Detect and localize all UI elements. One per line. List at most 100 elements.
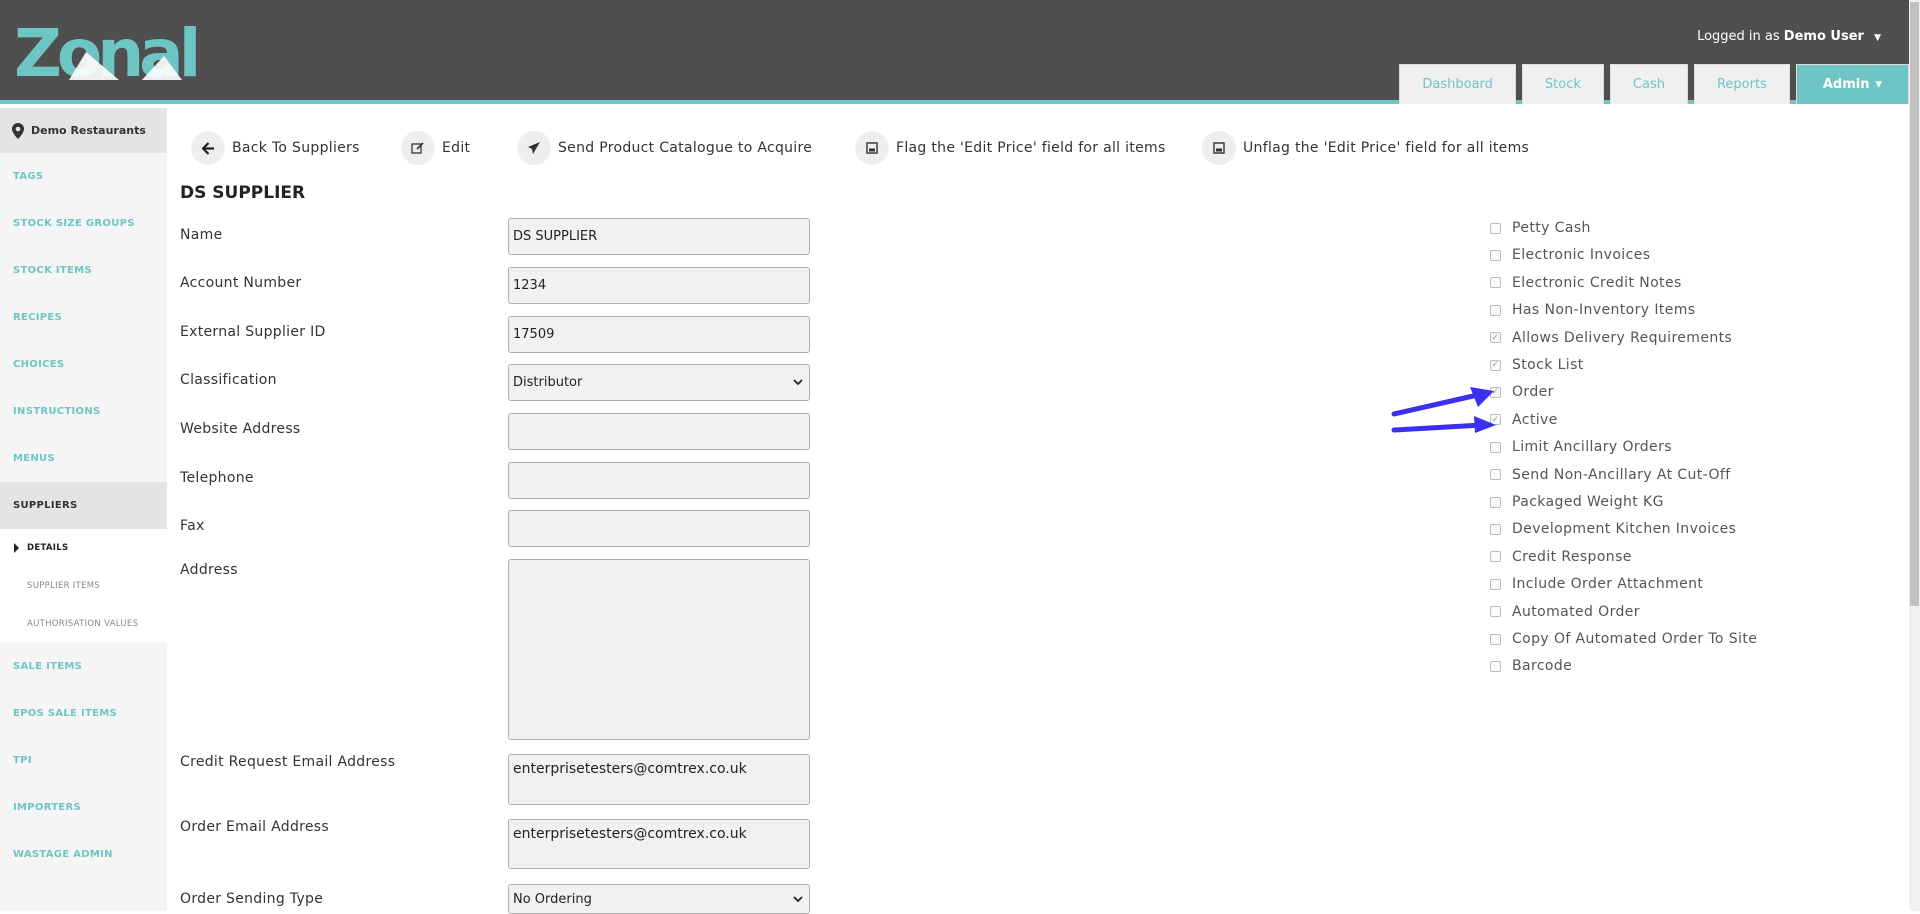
sidebar-subitem-supplier-items[interactable]: SUPPLIER ITEMS (0, 567, 167, 605)
sidebar-menu: TAGS STOCK SIZE GROUPS STOCK ITEMS RECIPES C… (0, 153, 167, 878)
checkbox-empty-icon[interactable] (1490, 660, 1501, 672)
sidebar-item-wastage-admin[interactable]: WASTAGE ADMIN (0, 831, 167, 878)
tab-cash[interactable]: Cash (1609, 64, 1688, 104)
address-label: Address (180, 562, 238, 578)
checkbox-label: Order (1512, 384, 1554, 401)
site-selector[interactable]: Demo Restaurants (0, 108, 167, 153)
checkbox-empty-icon[interactable] (1490, 222, 1501, 234)
page-scrollbar[interactable] (1909, 0, 1920, 911)
back-to-suppliers-button[interactable]: Back To Suppliers (191, 131, 360, 165)
checkbox-label: Allows Delivery Requirements (1512, 329, 1733, 346)
checkbox-automated-order[interactable]: Automated Order (1490, 602, 1640, 622)
checkbox-copy-of-automated-order-to-site[interactable]: Copy Of Automated Order To Site (1490, 629, 1757, 649)
website-input[interactable] (508, 413, 810, 450)
checkbox-allows-delivery-requirements[interactable]: ✓ Allows Delivery Requirements (1490, 328, 1732, 348)
checkbox-limit-ancillary-orders[interactable]: Limit Ancillary Orders (1490, 437, 1672, 457)
checkbox-credit-response[interactable]: Credit Response (1490, 547, 1632, 567)
credit-request-email-textarea[interactable]: enterprisetesters@comtrex.co.uk (508, 754, 810, 805)
caret-right-icon (14, 543, 19, 553)
sidebar-item-tpi[interactable]: TPI (0, 737, 167, 784)
sending-type-value: No Ordering (513, 891, 592, 907)
sidebar-item-stock-size-groups[interactable]: STOCK SIZE GROUPS (0, 200, 167, 247)
checkbox-empty-icon[interactable] (1490, 469, 1501, 481)
sidebar-item-choices[interactable]: CHOICES (0, 341, 167, 388)
sidebar-item-recipes[interactable]: RECIPES (0, 294, 167, 341)
flag-label: Flag the 'Edit Price' field for all item… (896, 140, 1166, 156)
checkbox-electronic-invoices[interactable]: Electronic Invoices (1490, 245, 1650, 265)
checkbox-label: Active (1512, 411, 1558, 428)
unflag-edit-price-button[interactable]: Unflag the 'Edit Price' field for all it… (1202, 131, 1529, 165)
order-email-textarea[interactable]: enterprisetesters@comtrex.co.uk (508, 819, 810, 869)
sidebar-item-tags[interactable]: TAGS (0, 153, 167, 200)
checkbox-electronic-credit-notes[interactable]: Electronic Credit Notes (1490, 273, 1682, 293)
name-input[interactable]: DS SUPPLIER (508, 218, 810, 255)
address-textarea[interactable] (508, 559, 810, 740)
flag-edit-price-button[interactable]: Flag the 'Edit Price' field for all item… (855, 131, 1166, 165)
main-nav: Dashboard Stock Cash Reports Admin ▾ (1399, 64, 1909, 104)
checkbox-empty-icon[interactable] (1490, 523, 1501, 535)
arrow-left-icon (191, 131, 225, 165)
sidebar-item-stock-items[interactable]: STOCK ITEMS (0, 247, 167, 294)
checkbox-label: Credit Response (1512, 548, 1632, 565)
classification-label: Classification (180, 372, 277, 388)
checkbox-development-kitchen-invoices[interactable]: Development Kitchen Invoices (1490, 519, 1736, 539)
checkbox-empty-icon[interactable] (1490, 249, 1501, 261)
edit-icon (401, 131, 435, 165)
edit-button[interactable]: Edit (401, 131, 470, 165)
telephone-input[interactable] (508, 462, 810, 499)
top-header: Zonal Logged in as Demo User ▼ Dashboard… (0, 0, 1909, 104)
back-label: Back To Suppliers (232, 140, 360, 156)
send-catalogue-button[interactable]: Send Product Catalogue to Acquire (517, 131, 812, 165)
checkbox-packaged-weight-kg[interactable]: Packaged Weight KG (1490, 492, 1664, 512)
scrollbar-thumb[interactable] (1910, 2, 1919, 606)
sidebar-item-epos-sale-items[interactable]: EPOS SALE ITEMS (0, 690, 167, 737)
account-number-input[interactable]: 1234 (508, 267, 810, 304)
fax-input[interactable] (508, 510, 810, 547)
checkbox-petty-cash[interactable]: Petty Cash (1490, 218, 1591, 238)
checkbox-include-order-attachment[interactable]: Include Order Attachment (1490, 574, 1703, 594)
tab-stock[interactable]: Stock (1521, 64, 1604, 104)
sidebar-item-suppliers[interactable]: SUPPLIERS (0, 482, 167, 529)
checkbox-has-non-inventory-items[interactable]: Has Non-Inventory Items (1490, 300, 1696, 320)
checkbox-checked-icon[interactable]: ✓ (1490, 359, 1501, 371)
tab-admin[interactable]: Admin ▾ (1795, 64, 1909, 104)
checkbox-empty-icon[interactable] (1490, 551, 1501, 563)
location-pin-icon (12, 122, 24, 139)
external-id-label: External Supplier ID (180, 324, 326, 340)
tab-dashboard[interactable]: Dashboard (1399, 64, 1516, 104)
paper-plane-icon (517, 131, 551, 165)
send-label: Send Product Catalogue to Acquire (558, 140, 813, 156)
checkbox-empty-icon[interactable] (1490, 496, 1501, 508)
chevron-down-icon (793, 895, 803, 902)
sidebar: Demo Restaurants TAGS STOCK SIZE GROUPS ST… (0, 108, 167, 911)
classification-select[interactable]: Distributor (508, 364, 810, 401)
checkbox-checked-icon[interactable]: ✓ (1490, 332, 1501, 344)
sidebar-item-instructions[interactable]: INSTRUCTIONS (0, 388, 167, 435)
login-status[interactable]: Logged in as Demo User ▼ (1697, 29, 1881, 44)
admin-label: Admin (1822, 77, 1870, 92)
tab-reports[interactable]: Reports (1693, 64, 1790, 104)
sidebar-item-menus[interactable]: MENUS (0, 435, 167, 482)
checkbox-empty-icon[interactable] (1490, 304, 1501, 316)
sidebar-item-sale-items[interactable]: SALE ITEMS (0, 643, 167, 690)
checkbox-empty-icon[interactable] (1490, 441, 1501, 453)
checkbox-empty-icon[interactable] (1490, 633, 1501, 645)
external-supplier-id-input[interactable]: 17509 (508, 316, 810, 353)
checkbox-empty-icon[interactable] (1490, 606, 1501, 618)
edit-label: Edit (442, 140, 471, 156)
sidebar-subitem-details[interactable]: DETAILS (0, 529, 167, 567)
checkbox-send-non-ancillary-at-cut-off[interactable]: Send Non-Ancillary At Cut-Off (1490, 465, 1731, 485)
checkbox-empty-icon[interactable] (1490, 578, 1501, 590)
credit-email-label: Credit Request Email Address (180, 754, 396, 770)
checkbox-active[interactable]: ✓ Active (1490, 410, 1558, 430)
zonal-logo[interactable]: Zonal (14, 22, 204, 84)
sidebar-subitem-authorisation-values[interactable]: AUTHORISATION VALUES (0, 605, 167, 643)
site-name: Demo Restaurants (31, 124, 146, 137)
checkbox-stock-list[interactable]: ✓ Stock List (1490, 355, 1584, 375)
checkbox-barcode[interactable]: Barcode (1490, 656, 1572, 676)
sidebar-item-importers[interactable]: IMPORTERS (0, 784, 167, 831)
caret-down-icon: ▾ (1875, 77, 1882, 92)
checkbox-label: Petty Cash (1512, 220, 1591, 236)
order-sending-type-select[interactable]: No Ordering (508, 884, 810, 914)
checkbox-empty-icon[interactable] (1490, 277, 1501, 289)
